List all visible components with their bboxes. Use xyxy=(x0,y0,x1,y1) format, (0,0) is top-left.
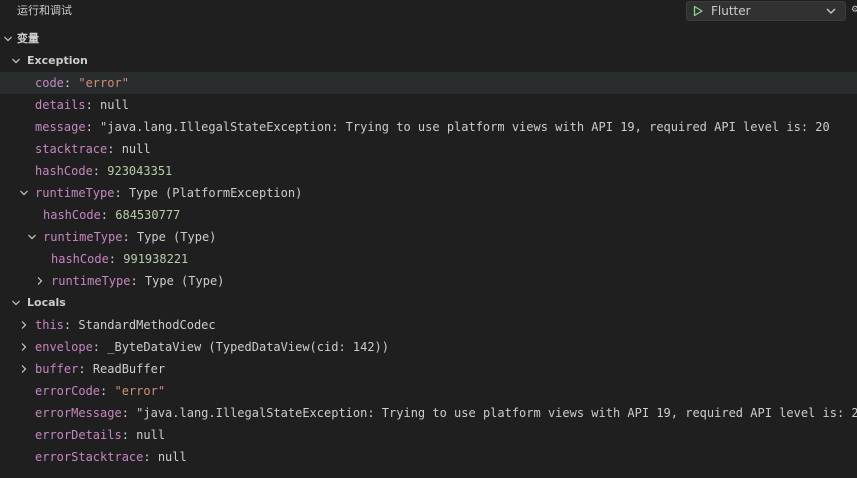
variable-key: runtimeType xyxy=(35,186,115,200)
variable-row-hashcode[interactable]: hashCode: 923043351 xyxy=(0,160,857,182)
variable-row-buffer[interactable]: buffer: ReadBuffer xyxy=(0,358,857,380)
variable-key: code xyxy=(35,76,64,90)
variable-row-errormessage[interactable]: errorMessage: "java.lang.IllegalStateExc… xyxy=(0,402,857,424)
variable-value: "java.lang.IllegalStateException: Trying… xyxy=(100,120,830,134)
chevron-right-icon[interactable] xyxy=(19,364,29,374)
variable-key: hashCode xyxy=(51,252,109,266)
variable-row-envelope[interactable]: envelope: _ByteDataView (TypedDataView(c… xyxy=(0,336,857,358)
scope-label: Locals xyxy=(27,296,66,309)
variable-key: details xyxy=(35,98,86,112)
scope-exception[interactable]: Exception xyxy=(0,50,857,72)
variable-value: 991938221 xyxy=(123,252,189,266)
variable-key: hashCode xyxy=(35,164,93,178)
variable-value: "java.lang.IllegalStateException: Trying… xyxy=(136,406,857,420)
variable-row-errorcode[interactable]: errorCode: "error" xyxy=(0,380,857,402)
gear-icon[interactable]: ⚙ xyxy=(851,5,857,15)
variable-row-message[interactable]: message: "java.lang.IllegalStateExceptio… xyxy=(0,116,857,138)
variable-value: null xyxy=(100,98,129,112)
variable-key: errorStacktrace xyxy=(35,450,144,464)
variable-key: message xyxy=(35,120,86,134)
variable-key: runtimeType xyxy=(51,274,131,288)
variable-value: "error" xyxy=(78,76,129,90)
panel-title: 运行和调试 xyxy=(17,4,72,17)
variables-section-label: 变量 xyxy=(17,32,39,45)
variable-key: stacktrace xyxy=(35,142,108,156)
play-icon[interactable] xyxy=(692,5,704,17)
variable-value: Type (PlatformException) xyxy=(128,186,303,200)
debug-panel-header: 运行和调试 Flutter ⚙ xyxy=(0,0,857,24)
variable-row-details[interactable]: details: null xyxy=(0,94,857,116)
variable-row-this[interactable]: this: StandardMethodCodec xyxy=(0,314,857,336)
variable-value: Type (Type) xyxy=(144,274,225,288)
variable-value: "error" xyxy=(114,384,166,398)
variable-value: _ByteDataView (TypedDataView(cid: 142)) xyxy=(107,340,390,354)
variable-row-runtimetype[interactable]: runtimeType: Type (PlatformException) xyxy=(0,182,857,204)
variable-value: ReadBuffer xyxy=(92,362,166,376)
variable-key: errorMessage xyxy=(35,406,122,420)
variable-row-runtimetype[interactable]: runtimeType: Type (Type) xyxy=(0,270,857,292)
chevron-right-icon[interactable] xyxy=(35,276,45,286)
variable-value: StandardMethodCodec xyxy=(78,318,216,332)
chevron-down-icon[interactable] xyxy=(11,298,21,308)
chevron-right-icon[interactable] xyxy=(19,342,29,352)
scope-label: Exception xyxy=(27,54,88,67)
chevron-down-icon[interactable] xyxy=(11,56,21,66)
chevron-right-icon[interactable] xyxy=(19,320,29,330)
chevron-down-icon[interactable] xyxy=(3,34,13,44)
variable-value: null xyxy=(121,142,151,156)
chevron-down-icon[interactable] xyxy=(19,188,29,198)
chevron-down-icon[interactable] xyxy=(825,6,837,16)
variable-row-errorstacktrace[interactable]: errorStacktrace: null xyxy=(0,446,857,468)
launch-config-select[interactable]: Flutter xyxy=(686,1,846,21)
scope-locals[interactable]: Locals xyxy=(0,292,857,314)
variable-key: hashCode xyxy=(43,208,101,222)
variable-row-hashcode[interactable]: hashCode: 991938221 xyxy=(0,248,857,270)
variable-value: 684530777 xyxy=(115,208,181,222)
variables-section-header[interactable]: 变量 xyxy=(0,28,857,50)
variable-value: 923043351 xyxy=(107,164,173,178)
variable-key: this xyxy=(35,318,64,332)
variable-row-hashcode[interactable]: hashCode: 684530777 xyxy=(0,204,857,226)
variable-key: errorCode xyxy=(35,384,101,398)
variable-key: envelope xyxy=(35,340,93,354)
variable-row-code[interactable]: code: "error" xyxy=(0,72,857,94)
variable-value: null xyxy=(157,450,187,464)
variable-row-errordetails[interactable]: errorDetails: null xyxy=(0,424,857,446)
variable-value: null xyxy=(136,428,166,442)
launch-config-label: Flutter xyxy=(711,4,751,18)
variable-row-runtimetype[interactable]: runtimeType: Type (Type) xyxy=(0,226,857,248)
variable-key: errorDetails xyxy=(35,428,122,442)
variable-row-stacktrace[interactable]: stacktrace: null xyxy=(0,138,857,160)
variable-value: Type (Type) xyxy=(136,230,217,244)
chevron-down-icon[interactable] xyxy=(27,232,37,242)
variable-key: runtimeType xyxy=(43,230,123,244)
variable-key: buffer xyxy=(35,362,79,376)
